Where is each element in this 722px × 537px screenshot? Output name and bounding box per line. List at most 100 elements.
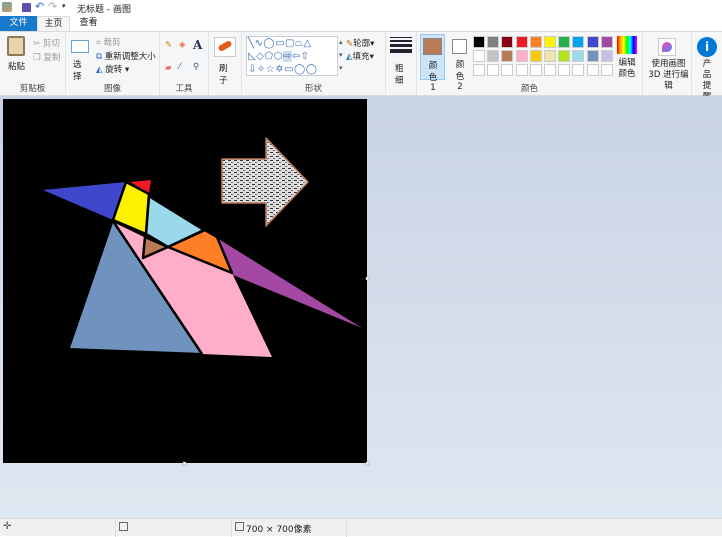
- magnifier-icon[interactable]: ⚲: [193, 62, 199, 72]
- image-group-label: 图像: [103, 84, 121, 94]
- palette-swatch[interactable]: [544, 50, 556, 62]
- size-label: 粗细: [395, 64, 404, 86]
- edit-colors-button[interactable]: 编辑颜色: [618, 58, 636, 80]
- shapes-group-label: 形状: [304, 84, 322, 94]
- palette-empty-swatch[interactable]: [544, 64, 556, 76]
- palette-swatch[interactable]: [501, 50, 514, 62]
- palette-swatch[interactable]: [586, 50, 599, 62]
- eraser-icon[interactable]: ▰: [165, 63, 172, 73]
- cut-button[interactable]: ✂ 剪切: [33, 37, 60, 49]
- resize-handle-right: [365, 276, 370, 281]
- edit-colors-icon[interactable]: [617, 36, 637, 54]
- info-icon: i: [697, 37, 717, 57]
- clipboard-group-label: 剪贴板: [19, 84, 46, 94]
- fill-label: 填充: [352, 52, 370, 62]
- pencil-icon[interactable]: ✎: [165, 40, 172, 50]
- tab-view[interactable]: 查看: [72, 16, 105, 31]
- resize-handle-corner: [365, 461, 370, 466]
- shapes-group: ╲∿◯▭▢⏢△ ◺◇⬠⬡⇨⇦⇧ ⇩✧☆✡▭◯◯ ▴ ▾ ▾ ✎轮廓▾ ◭填充▾ 形状: [242, 32, 386, 96]
- clipboard-group: 粘贴 ✂ 剪切 ❐ 复制 剪贴板: [0, 32, 66, 96]
- paint3d-icon: [658, 38, 676, 56]
- palette-swatch[interactable]: [558, 50, 571, 62]
- palette-swatch[interactable]: [529, 50, 542, 62]
- product-alert-button[interactable]: i 产品提醒: [692, 32, 722, 102]
- select-icon[interactable]: [71, 40, 89, 53]
- ribbon-tabs: 文件 主页 查看: [0, 16, 722, 31]
- fill-button[interactable]: ◭填充▾: [346, 50, 374, 62]
- color2-button[interactable]: 颜色 2: [448, 34, 473, 92]
- palette-swatch[interactable]: [572, 50, 585, 62]
- palette-swatch[interactable]: [600, 50, 613, 62]
- colors-group-label: 颜色: [520, 84, 538, 94]
- brush-button[interactable]: 刷子: [219, 62, 231, 86]
- palette-swatch[interactable]: [515, 50, 528, 62]
- canvas-size-text: 700 × 700像素: [246, 525, 312, 535]
- palette-empty-swatch[interactable]: [572, 64, 585, 76]
- palette-swatch[interactable]: [529, 36, 542, 48]
- copy-label: 复制: [43, 53, 61, 63]
- fill-icon[interactable]: ◈: [179, 40, 186, 50]
- brush-group[interactable]: 刷子: [209, 32, 242, 96]
- color-picker-icon[interactable]: ⁄: [179, 62, 180, 72]
- palette-swatch[interactable]: [487, 50, 500, 62]
- rotate-button[interactable]: ◭ 旋转 ▾: [96, 63, 129, 75]
- tab-home[interactable]: 主页: [37, 16, 70, 31]
- palette-swatch[interactable]: [473, 36, 485, 48]
- palette-swatch[interactable]: [544, 36, 556, 48]
- window-title: 无标题 - 画图: [77, 5, 131, 15]
- save-icon[interactable]: [22, 3, 31, 12]
- crop-button[interactable]: ⌗ 裁剪: [96, 36, 121, 48]
- shapes-scroll[interactable]: ▴ ▾ ▾: [339, 36, 346, 76]
- palette-swatch[interactable]: [600, 36, 613, 48]
- copy-button[interactable]: ❐ 复制: [33, 51, 60, 63]
- palette-empty-swatch[interactable]: [487, 64, 500, 76]
- palette-empty-swatch[interactable]: [501, 64, 514, 76]
- canvas-workspace: [0, 96, 722, 518]
- line-size-icon: [390, 37, 412, 53]
- image-group: 选择 ⌗ 裁剪 ⧉ 重新调整大小 ◭ 旋转 ▾ 图像: [66, 32, 160, 96]
- color1-swatch: [423, 38, 442, 55]
- crop-label: 裁剪: [103, 38, 121, 48]
- palette-swatch[interactable]: [515, 36, 528, 48]
- paste-button[interactable]: [7, 36, 25, 56]
- outline-button[interactable]: ✎轮廓▾: [346, 37, 374, 49]
- palette-swatch[interactable]: [558, 36, 571, 48]
- tools-group: ✎ ◈ A ▰ ⁄ ⚲ 工具: [160, 32, 209, 96]
- brush-icon[interactable]: [214, 37, 236, 57]
- palette-empty-swatch[interactable]: [558, 64, 571, 76]
- color2-swatch: [452, 39, 467, 54]
- text-icon[interactable]: A: [193, 38, 202, 52]
- color-palette: [473, 36, 615, 78]
- palette-swatch[interactable]: [487, 36, 500, 48]
- resize-label: 重新调整大小: [104, 52, 156, 62]
- palette-empty-swatch[interactable]: [529, 64, 542, 76]
- paste-label[interactable]: 粘贴: [8, 60, 25, 72]
- paint3d-button[interactable]: 使用画图 3D 进行编辑: [643, 32, 692, 96]
- canvas-size-icon: [235, 522, 244, 531]
- rotate-label: 旋转: [105, 65, 123, 75]
- color1-button[interactable]: 颜色 1: [420, 34, 445, 93]
- palette-empty-swatch[interactable]: [473, 64, 485, 76]
- status-bar: ✛ 700 × 700像素: [0, 518, 722, 537]
- palette-swatch[interactable]: [501, 36, 514, 48]
- palette-empty-swatch[interactable]: [600, 64, 613, 76]
- palette-swatch[interactable]: [572, 36, 585, 48]
- resize-button[interactable]: ⧉ 重新调整大小: [96, 50, 156, 62]
- palette-empty-swatch[interactable]: [515, 64, 528, 76]
- resize-handle-bottom: [182, 461, 187, 466]
- select-button[interactable]: 选择: [73, 58, 83, 82]
- size-button[interactable]: 粗细: [386, 32, 417, 96]
- tools-group-label: 工具: [175, 84, 193, 94]
- palette-empty-swatch[interactable]: [586, 64, 599, 76]
- tab-file[interactable]: 文件: [0, 16, 37, 31]
- paint3d-label: 使用画图 3D 进行编辑: [648, 59, 689, 91]
- redo-icon[interactable]: ↷: [48, 0, 57, 13]
- ribbon: 粘贴 ✂ 剪切 ❐ 复制 剪贴板 选择 ⌗ 裁剪 ⧉ 重新调整大小 ◭ 旋转 ▾…: [0, 31, 722, 102]
- undo-icon[interactable]: ↶: [35, 0, 44, 13]
- palette-swatch[interactable]: [473, 50, 485, 62]
- palette-swatch[interactable]: [586, 36, 599, 48]
- canvas-svg[interactable]: [0, 96, 722, 518]
- quick-access-dropdown-icon[interactable]: ▾: [62, 2, 66, 10]
- shapes-gallery[interactable]: ╲∿◯▭▢⏢△ ◺◇⬠⬡⇨⇦⇧ ⇩✧☆✡▭◯◯: [246, 36, 338, 76]
- cursor-position-icon: ✛: [3, 521, 12, 532]
